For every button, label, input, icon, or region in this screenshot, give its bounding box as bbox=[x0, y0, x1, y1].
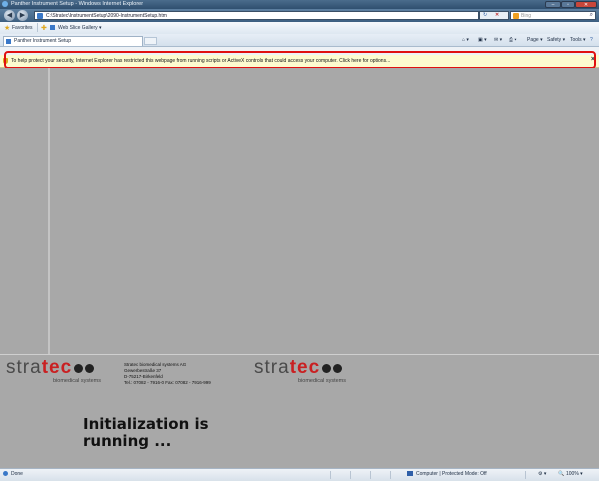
search-icon[interactable]: ⌕ bbox=[590, 12, 593, 19]
tab-row: Panther Instrument Setup ⌂ ▾ ▣ ▾ ✉ ▾ ⎙ ▾… bbox=[0, 34, 599, 47]
print-icon[interactable]: ⎙ ▾ bbox=[509, 37, 517, 43]
favorites-star-icon: ★ bbox=[4, 25, 11, 32]
initialization-status: Initialization is running ... bbox=[83, 416, 209, 450]
status-bar: Done Computer | Protected Mode: Off ⚙ ▾ … bbox=[0, 468, 599, 481]
page-menu[interactable]: Page ▾ bbox=[527, 37, 543, 43]
home-icon[interactable]: ⌂ ▾ bbox=[462, 37, 469, 43]
mail-icon[interactable]: ✉ ▾ bbox=[494, 37, 502, 43]
forward-arrow-icon[interactable]: ▶ bbox=[17, 10, 28, 21]
close-button[interactable]: ✕ bbox=[575, 1, 597, 8]
address-bar[interactable]: C:\Stratec\InstrumentSetup\2090-Instrume… bbox=[34, 11, 479, 20]
safety-menu[interactable]: Safety ▾ bbox=[547, 37, 565, 43]
computer-zone-icon bbox=[407, 471, 413, 476]
favorites-button[interactable]: Favorites bbox=[12, 25, 33, 31]
address-line: Tel.: 07082 - 7916-0 Fax: 07082 - 7916-9… bbox=[124, 380, 211, 385]
status-line: running ... bbox=[83, 432, 172, 450]
separator bbox=[37, 23, 38, 32]
stop-icon[interactable]: ✕ bbox=[495, 12, 499, 18]
help-icon[interactable]: ? bbox=[590, 37, 593, 43]
status-segment bbox=[525, 471, 526, 479]
status-line: Initialization is bbox=[83, 415, 209, 433]
stratec-logo-right: stratec biomedical systems bbox=[254, 357, 346, 384]
window-title: Panther Instrument Setup - Windows Inter… bbox=[11, 1, 144, 7]
stratec-logo-left: stratec biomedical systems bbox=[6, 357, 101, 384]
new-tab-button[interactable] bbox=[144, 37, 157, 45]
security-zone[interactable]: Computer | Protected Mode: Off bbox=[416, 471, 487, 477]
company-address: Stratec biomedical systems AG Gewerbestr… bbox=[124, 362, 211, 386]
maximize-button[interactable]: ▫ bbox=[561, 1, 575, 8]
navigation-bar: ◀ ▶ C:\Stratec\InstrumentSetup\2090-Inst… bbox=[0, 9, 599, 22]
logo-tec: tec bbox=[41, 357, 73, 379]
highlight-frame bbox=[4, 51, 596, 69]
minimize-button[interactable]: – bbox=[545, 1, 561, 8]
status-segment bbox=[330, 471, 331, 479]
status-segment bbox=[370, 471, 371, 479]
feeds-icon[interactable]: ▣ ▾ bbox=[478, 37, 487, 43]
protected-mode-icon[interactable]: ⚙ ▾ bbox=[538, 471, 546, 477]
search-placeholder[interactable]: Bing bbox=[521, 13, 531, 19]
tab-title: Panther Instrument Setup bbox=[14, 38, 71, 44]
add-favorites-icon[interactable]: ✚ bbox=[41, 24, 47, 32]
logo-subtitle: biomedical systems bbox=[53, 378, 101, 384]
frame-divider bbox=[48, 68, 50, 354]
tab-active[interactable]: Panther Instrument Setup bbox=[3, 36, 143, 46]
status-text: Done bbox=[11, 471, 23, 477]
logo-tec: tec bbox=[289, 357, 321, 379]
content-separator bbox=[0, 354, 599, 355]
logo-dots-icon bbox=[320, 357, 343, 379]
zoom-level[interactable]: 100% ▾ bbox=[566, 471, 583, 477]
ie-icon bbox=[2, 1, 8, 7]
web-slice-icon bbox=[50, 25, 55, 30]
page-content bbox=[0, 68, 599, 468]
logo-stra: stra bbox=[254, 357, 290, 379]
status-segment bbox=[390, 471, 391, 479]
logo-stra: stra bbox=[6, 357, 42, 379]
bing-icon bbox=[513, 13, 519, 19]
search-box[interactable]: Bing ⌕ bbox=[510, 11, 596, 20]
address-tools[interactable]: ↻ ✕ bbox=[479, 11, 509, 20]
address-text[interactable]: C:\Stratec\InstrumentSetup\2090-Instrume… bbox=[46, 13, 167, 19]
title-bar: Panther Instrument Setup - Windows Inter… bbox=[0, 0, 599, 9]
tools-menu[interactable]: Tools ▾ bbox=[570, 37, 586, 43]
logo-subtitle: biomedical systems bbox=[298, 378, 346, 384]
zoom-icon: 🔍 bbox=[558, 471, 565, 477]
logo-dots-icon bbox=[72, 357, 95, 379]
done-globe-icon bbox=[3, 471, 8, 476]
web-slice-gallery[interactable]: Web Slice Gallery ▾ bbox=[58, 25, 102, 31]
refresh-icon[interactable]: ↻ bbox=[483, 12, 487, 18]
back-arrow-icon[interactable]: ◀ bbox=[4, 10, 15, 21]
status-segment bbox=[350, 471, 351, 479]
page-icon bbox=[37, 13, 43, 19]
tab-page-icon bbox=[6, 39, 11, 44]
